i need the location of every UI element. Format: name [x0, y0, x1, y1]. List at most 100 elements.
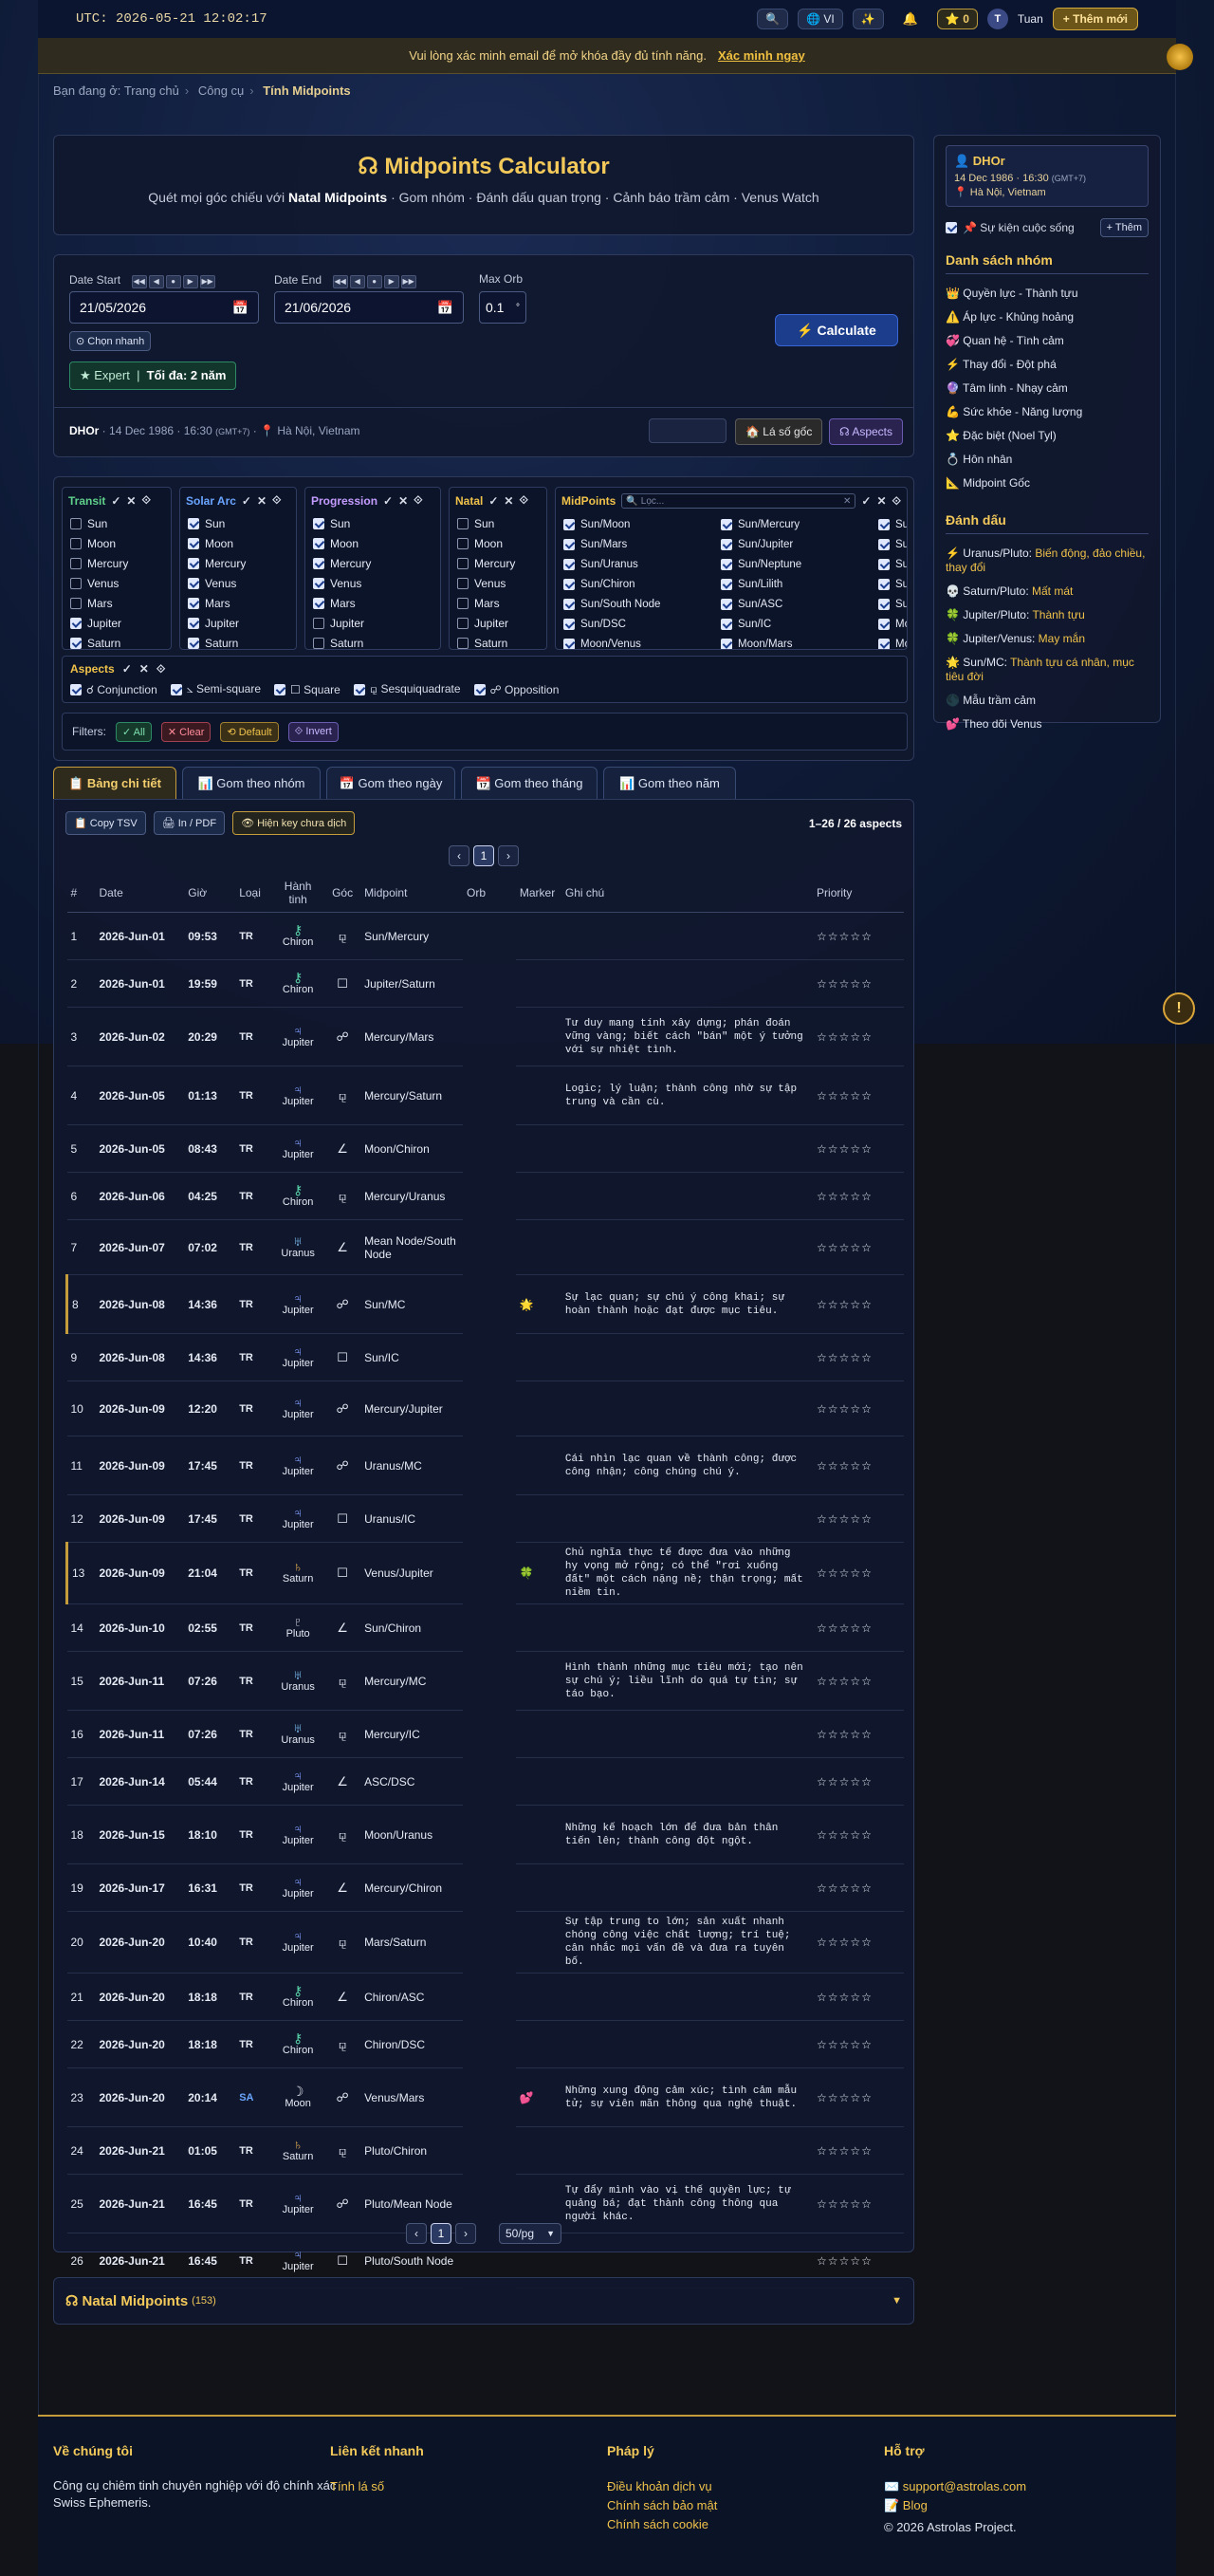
mark-item[interactable]: 🍀 Jupiter/Pluto: Thành tựu: [946, 603, 1149, 627]
calculate-button[interactable]: ⚡ Calculate: [775, 314, 898, 346]
table-row[interactable]: 10 2026-Jun-09 12:20 TR ♃ Jupiter ☍ Mercury/Jup…: [66, 1381, 904, 1436]
support-email-link[interactable]: ✉️ support@astrolas.com: [884, 2477, 1026, 2496]
table-row[interactable]: 112026-Jun-0917:45TR♃Jupiter☍Uranus/MC0.…: [66, 1436, 904, 1495]
midpoint-filter-item[interactable]: Sun/Chiron: [563, 574, 715, 594]
clear-icon[interactable]: ✕: [139, 662, 149, 676]
quick-pick-button[interactable]: ⊙ Chọn nhanh: [69, 331, 152, 351]
checkbox[interactable]: [563, 538, 575, 550]
priority-stars[interactable]: ☆☆☆☆☆: [813, 912, 904, 960]
invert-icon[interactable]: ⟐: [156, 662, 165, 676]
checkbox[interactable]: [188, 577, 199, 589]
midpoint-filter-item[interactable]: Sun/Neptune: [721, 554, 873, 574]
filter-item[interactable]: Saturn: [305, 633, 440, 649]
copy-tsv-button[interactable]: 📋 Copy TSV: [65, 811, 146, 835]
print-pdf-button[interactable]: 🖨 In / PDF: [153, 811, 226, 835]
filter-item[interactable]: Venus: [450, 573, 546, 593]
filter-item[interactable]: Mercury: [180, 553, 296, 573]
priority-stars[interactable]: ☆☆☆☆☆: [813, 1219, 904, 1275]
tab-detail[interactable]: 📋 Bảng chi tiết: [53, 767, 176, 799]
checkbox[interactable]: [457, 557, 469, 569]
checkbox[interactable]: [353, 683, 365, 695]
checkbox[interactable]: [721, 538, 732, 550]
filter-item[interactable]: Jupiter: [180, 613, 296, 633]
life-events-checkbox[interactable]: [946, 222, 957, 233]
checkbox[interactable]: [457, 637, 469, 649]
filter-item[interactable]: Moon: [63, 533, 171, 553]
midpoint-filter-item[interactable]: Moon/Venus: [563, 634, 715, 649]
filter-item[interactable]: Venus: [180, 573, 296, 593]
checkbox[interactable]: [70, 517, 82, 529]
invert-icon[interactable]: ⟐: [272, 493, 281, 508]
filter-clear-button[interactable]: ✕ Clear: [160, 721, 212, 742]
filter-item[interactable]: Jupiter: [305, 613, 440, 633]
checkbox[interactable]: [70, 577, 82, 589]
language-switch[interactable]: 🌐 VI: [798, 9, 843, 29]
priority-stars[interactable]: ☆☆☆☆☆: [813, 1911, 904, 1974]
group-item[interactable]: 🔮 Tâm linh - Nhạy cảm: [946, 377, 1149, 400]
filter-item[interactable]: Saturn: [180, 633, 296, 649]
bell-icon[interactable]: 🔔: [903, 11, 918, 27]
checkbox[interactable]: [313, 557, 324, 569]
tab-group[interactable]: 📊 Gom theo nhóm: [182, 767, 321, 799]
checkbox[interactable]: [457, 517, 469, 529]
filter-item[interactable]: Mars: [450, 593, 546, 613]
priority-stars[interactable]: ☆☆☆☆☆: [813, 1542, 904, 1604]
priority-stars[interactable]: ☆☆☆☆☆: [813, 2067, 904, 2127]
calendar-icon[interactable]: 📅: [232, 300, 248, 316]
midpoint-filter-item[interactable]: Sun/ASC: [721, 594, 873, 614]
checkbox[interactable]: [313, 537, 324, 549]
priority-stars[interactable]: ☆☆☆☆☆: [813, 1603, 904, 1652]
checkbox[interactable]: [313, 597, 324, 609]
priority-stars[interactable]: ☆☆☆☆☆: [813, 1863, 904, 1912]
filter-item[interactable]: Jupiter: [63, 613, 171, 633]
check-all-icon[interactable]: ✓: [861, 494, 871, 508]
midpoint-filter-item[interactable]: Sun/Sa: [878, 534, 907, 554]
filter-item[interactable]: Mars: [305, 593, 440, 613]
midpoint-filter-item[interactable]: Sun/Uranus: [563, 554, 715, 574]
theme-toggle[interactable]: ✨: [852, 9, 884, 29]
midpoint-filter-item[interactable]: Sun/Moon: [563, 514, 715, 534]
clear-search-icon[interactable]: ✕: [843, 496, 851, 507]
checkbox[interactable]: [721, 518, 732, 530]
filter-item[interactable]: Sun: [63, 513, 171, 533]
checkbox[interactable]: [274, 683, 286, 695]
checkbox[interactable]: [188, 617, 199, 629]
clear-icon[interactable]: ✕: [876, 494, 886, 508]
group-item[interactable]: 💞 Quan hệ - Tình cảm: [946, 329, 1149, 353]
checkbox[interactable]: [563, 618, 575, 630]
filter-item[interactable]: Mercury: [63, 553, 171, 573]
column-header[interactable]: Giờ: [184, 874, 236, 913]
table-row[interactable]: 18 2026-Jun-15 18:10 TR ♃ Jupiter ⚼ Moon/Uranus…: [66, 1805, 904, 1864]
column-header[interactable]: Góc: [324, 874, 361, 913]
filter-item[interactable]: Mars: [180, 593, 296, 613]
mark-item[interactable]: 💕 Theo dõi Venus: [946, 713, 1149, 736]
checkbox[interactable]: [563, 558, 575, 570]
group-item[interactable]: ⭐ Đặc biệt (Noel Tyl): [946, 424, 1149, 448]
group-item[interactable]: ⚠️ Áp lực - Khủng hoảng: [946, 306, 1149, 329]
table-row[interactable]: 52026-Jun-0508:43TR♃Jupiter∠Moon/Chiron0…: [66, 1124, 904, 1173]
table-row[interactable]: 82026-Jun-0814:36TR♃Jupiter☍Sun/MC0.00°s…: [65, 1274, 904, 1334]
priority-stars[interactable]: ☆☆☆☆☆: [813, 2020, 904, 2068]
filter-item[interactable]: Moon: [305, 533, 440, 553]
filter-item[interactable]: Moon: [180, 533, 296, 553]
checkbox[interactable]: [721, 578, 732, 590]
tab-by-year[interactable]: 📊 Gom theo năm: [603, 767, 736, 799]
mark-item[interactable]: 💀 Saturn/Pluto: Mất mát: [946, 580, 1149, 603]
mark-item[interactable]: 🌟 Sun/MC: Thành tựu cá nhân, mục tiêu đờ…: [946, 651, 1149, 689]
add-life-event-button[interactable]: + Thêm: [1099, 218, 1149, 237]
group-item[interactable]: 📐 Midpoint Gốc: [946, 472, 1149, 495]
show-keys-button[interactable]: 👁 Hiện key chưa dịch: [232, 811, 356, 835]
next-page-button[interactable]: ›: [455, 2223, 476, 2244]
filter-item[interactable]: Sun: [180, 513, 296, 533]
date-end-input[interactable]: 21/06/2026 📅: [274, 291, 464, 324]
date-start-input[interactable]: 21/05/2026 📅: [69, 291, 259, 324]
column-header[interactable]: Midpoint: [360, 874, 463, 913]
natal-chart-button[interactable]: 🏠 Lá số gốc: [735, 418, 823, 445]
date-end-stepper[interactable]: ◀◀ ◀ ● ▶ ▶▶: [332, 274, 416, 288]
column-header[interactable]: Hành tinh: [271, 874, 325, 913]
column-header[interactable]: Marker: [515, 874, 561, 913]
check-all-icon[interactable]: ✓: [488, 494, 498, 508]
max-orb-input[interactable]: 0.1 °: [479, 291, 526, 324]
midpoint-filter-item[interactable]: Sun/Jupiter: [721, 534, 873, 554]
mark-item[interactable]: 🍀 Jupiter/Venus: May mắn: [946, 627, 1149, 651]
